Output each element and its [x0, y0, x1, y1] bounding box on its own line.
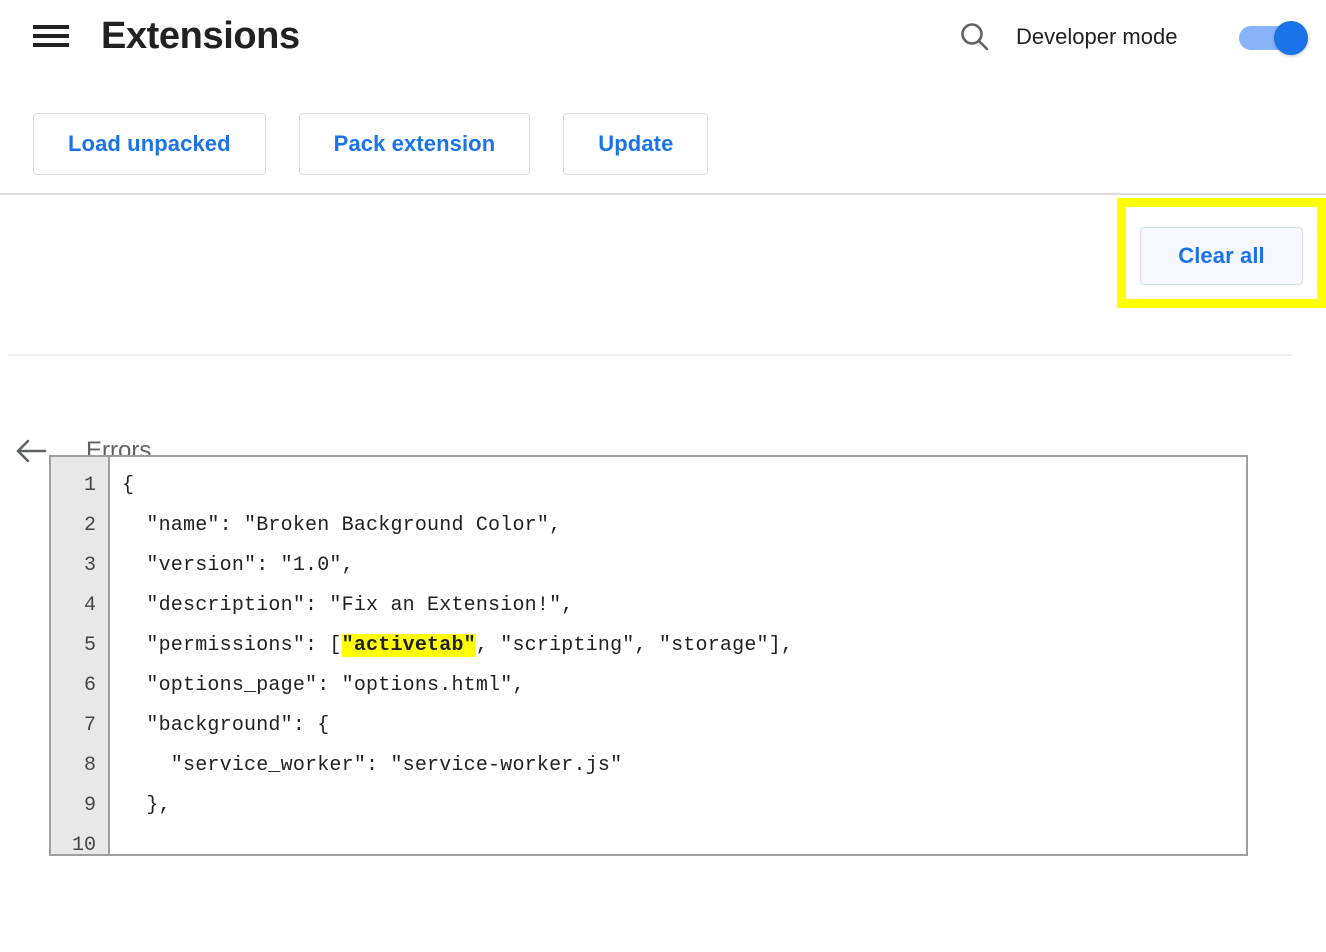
code-line: {	[122, 466, 1246, 506]
pack-extension-button[interactable]: Pack extension	[298, 113, 531, 175]
extension-action-buttons: Load unpacked Pack extension Update	[33, 113, 709, 175]
hamburger-menu-icon[interactable]	[33, 21, 69, 51]
code-segment-pre: "permissions": [	[122, 634, 342, 657]
line-number: 9	[83, 794, 96, 817]
hamburger-bar	[33, 43, 69, 47]
search-icon[interactable]	[956, 18, 994, 56]
line-number: 8	[83, 754, 96, 777]
code-line-number-gutter: 1 2 3 4 5 6 7 8 9 10	[51, 457, 110, 854]
developer-mode-label: Developer mode	[1016, 24, 1178, 49]
code-content-area: { "name": "Broken Background Color", "ve…	[110, 457, 1246, 854]
code-segment-pre: },	[122, 794, 171, 817]
line-number: 5	[83, 634, 96, 657]
line-number: 3	[83, 554, 96, 577]
hamburger-bar	[33, 34, 69, 38]
code-segment-pre: "background": {	[122, 714, 330, 737]
manifest-code-block: 1 2 3 4 5 6 7 8 9 10 { "name": "Broken B…	[49, 455, 1248, 856]
error-item: Permission 'activetab' is unknown or URL…	[0, 356, 1326, 800]
load-unpacked-button[interactable]: Load unpacked	[33, 113, 266, 175]
code-segment-pre: {	[122, 474, 135, 497]
code-segment-pre: "version": "1.0",	[122, 554, 354, 577]
code-segment-post: , "scripting", "storage"],	[475, 634, 794, 657]
line-number: 2	[83, 514, 96, 537]
code-line: "permissions": ["activetab", "scripting"…	[122, 626, 1246, 666]
line-number: 7	[83, 714, 96, 737]
code-segment-highlight: "activetab"	[341, 634, 476, 657]
code-line: "service_worker": "service-worker.js"	[122, 746, 1246, 786]
update-button[interactable]: Update	[563, 113, 709, 175]
code-line: "options_page": "options.html",	[122, 666, 1246, 706]
line-number: 4	[83, 594, 96, 617]
code-line: "background": {	[122, 706, 1246, 746]
line-number: 10	[71, 834, 96, 856]
line-number: 1	[83, 474, 96, 497]
clear-all-button[interactable]: Clear all	[1140, 227, 1303, 285]
toggle-knob	[1274, 21, 1308, 55]
extensions-toolbar: Extensions Developer mode Load unpacked …	[0, 0, 1326, 195]
page-title: Extensions	[101, 15, 300, 57]
code-segment-pre: "options_page": "options.html",	[122, 674, 525, 697]
code-line: "name": "Broken Background Color",	[122, 506, 1246, 546]
line-number: 6	[83, 674, 96, 697]
code-segment-pre: "name": "Broken Background Color",	[122, 514, 562, 537]
code-line: "description": "Fix an Extension!",	[122, 586, 1246, 626]
code-segment-pre: "service_worker": "service-worker.js"	[122, 754, 623, 777]
code-line: },	[122, 786, 1246, 826]
hamburger-bar	[33, 25, 69, 29]
code-segment-pre: "description": "Fix an Extension!",	[122, 594, 574, 617]
developer-mode-toggle[interactable]	[1239, 21, 1309, 55]
code-line: "version": "1.0",	[122, 546, 1246, 586]
